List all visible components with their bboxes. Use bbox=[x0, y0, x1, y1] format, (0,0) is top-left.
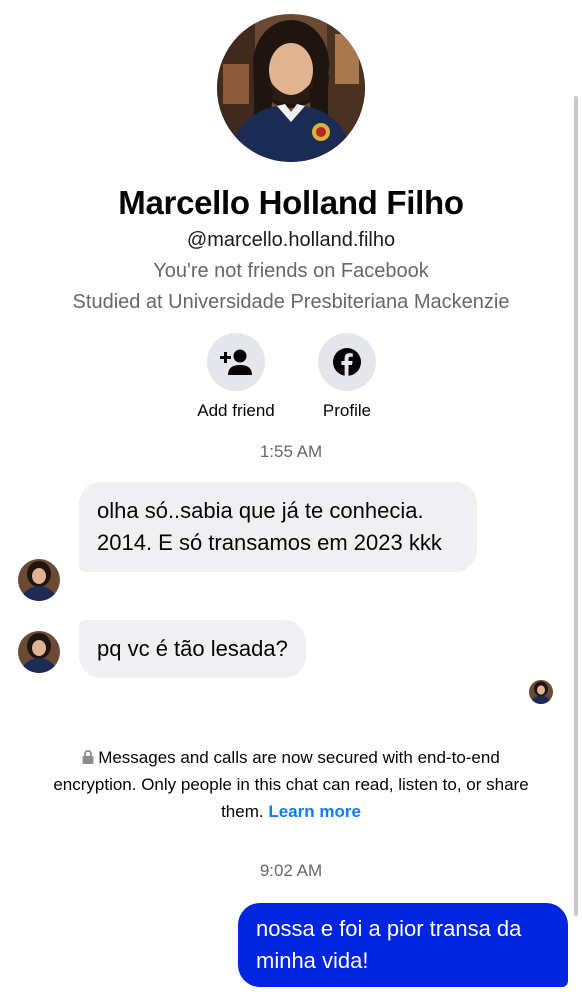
education-info: Studied at Universidade Presbiteriana Ma… bbox=[72, 291, 510, 313]
outgoing-message[interactable]: nossa e foi a pior transa da minha vida! bbox=[238, 903, 568, 987]
profile-photo[interactable] bbox=[217, 14, 365, 162]
add-friend-label: Add friend bbox=[197, 401, 275, 420]
profile-circle[interactable] bbox=[318, 333, 376, 391]
friends-status: You're not friends on Facebook bbox=[153, 260, 429, 282]
profile-name: Marcello Holland Filho bbox=[118, 184, 464, 221]
incoming-message[interactable]: pq vc é tão lesada? bbox=[79, 620, 306, 678]
profile-handle: @marcello.holland.filho bbox=[186, 229, 396, 251]
profile-button[interactable]: Profile bbox=[302, 333, 392, 421]
sender-avatar[interactable] bbox=[18, 631, 60, 673]
timestamp: 9:02 AM bbox=[259, 861, 323, 880]
sender-avatar[interactable] bbox=[18, 559, 60, 601]
incoming-message[interactable]: olha só..sabia que já te conhecia. 2014.… bbox=[79, 482, 477, 572]
encryption-notice: Messages and calls are now secured with … bbox=[40, 744, 542, 825]
learn-more-link[interactable]: Learn more bbox=[268, 802, 361, 821]
add-friend-button[interactable]: Add friend bbox=[191, 333, 281, 421]
lock-icon bbox=[82, 750, 94, 764]
facebook-icon bbox=[333, 348, 361, 376]
add-friend-circle[interactable] bbox=[207, 333, 265, 391]
profile-label: Profile bbox=[322, 401, 372, 420]
add-person-icon bbox=[220, 349, 252, 375]
timestamp: 1:55 AM bbox=[259, 442, 323, 461]
read-receipt-avatar bbox=[529, 680, 553, 704]
